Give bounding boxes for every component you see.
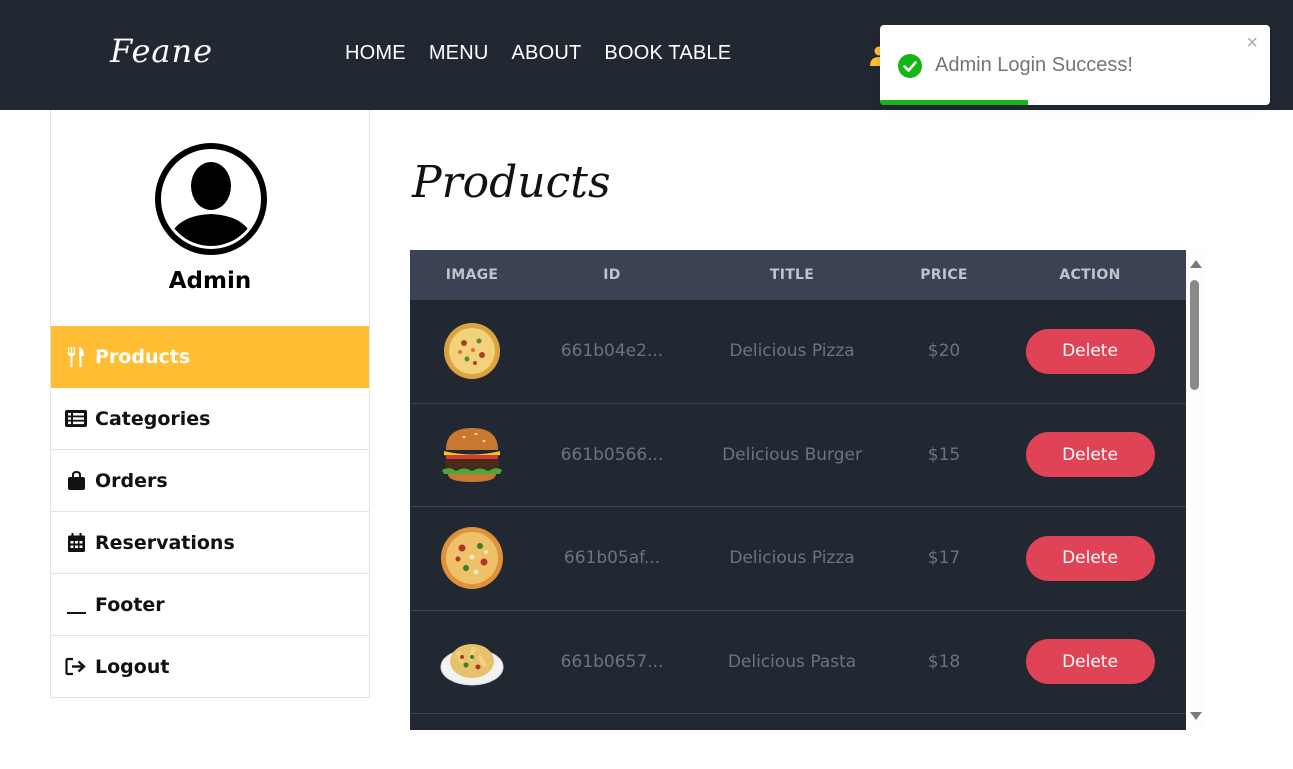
- column-header-title: TITLE: [769, 267, 815, 283]
- column-header-action: ACTION: [1059, 267, 1121, 283]
- sidebar-item-reservations[interactable]: Reservations: [51, 512, 369, 574]
- table-row: 661b05af... Delicious Pizza $17 Delete: [410, 507, 1186, 611]
- product-price: $15: [927, 444, 961, 465]
- table-row: 661b0657... Delicious Pasta $18 Delete: [410, 611, 1186, 714]
- table-header: IMAGE ID TITLE PRICE ACTION: [410, 250, 1186, 300]
- toast-message: Admin Login Success!: [935, 54, 1133, 76]
- sidebar-item-categories[interactable]: Categories: [51, 388, 369, 450]
- table-row: 661b0566... Delicious Burger $15 Delete: [410, 404, 1186, 507]
- page-title: Products: [412, 157, 611, 208]
- product-id: 661b05af...: [563, 548, 661, 569]
- nav-about-link[interactable]: ABOUT: [512, 42, 582, 65]
- product-title: Delicious Pasta: [727, 651, 857, 672]
- products-table: IMAGE ID TITLE PRICE ACTION 661b04e2... …: [410, 250, 1186, 730]
- burger-image: [410, 424, 534, 486]
- calendar-icon: [65, 533, 87, 553]
- product-title: Delicious Pizza: [729, 548, 855, 569]
- product-price: $20: [927, 341, 961, 362]
- list-icon: [65, 409, 87, 429]
- column-header-price: PRICE: [920, 267, 968, 283]
- column-header-id: ID: [603, 267, 621, 283]
- admin-sidebar: Admin Products Categories Orders Reserva…: [50, 110, 370, 698]
- check-circle-icon: [898, 54, 922, 78]
- admin-name: Admin: [168, 268, 252, 294]
- product-title: Delicious Pizza: [729, 341, 855, 362]
- product-price: $17: [927, 548, 961, 569]
- product-id: 661b04e2...: [560, 341, 664, 362]
- product-id: 661b0657...: [560, 651, 664, 672]
- avatar-icon: [155, 143, 267, 255]
- sidebar-item-logout[interactable]: Logout: [51, 636, 369, 698]
- sidebar-item-products[interactable]: Products: [51, 326, 369, 388]
- page: Feane HOME MENU ABOUT BOOK TABLE Admin L…: [0, 0, 1293, 769]
- sidebar-item-label: Products: [95, 345, 191, 368]
- table-scrollbar[interactable]: [1186, 250, 1204, 730]
- utensils-icon: [65, 346, 87, 367]
- pasta-image: [410, 637, 534, 687]
- nav-menu-link[interactable]: MENU: [429, 42, 489, 65]
- pizza-image: [410, 526, 534, 590]
- column-header-image: IMAGE: [445, 267, 499, 283]
- toast-progress-bar: [880, 100, 1028, 105]
- sign-out-icon: [65, 657, 87, 677]
- brand-logo[interactable]: Feane: [110, 32, 213, 70]
- table-row: 661b04e2... Delicious Pizza $20 Delete: [410, 300, 1186, 404]
- sidebar-item-label: Footer: [95, 593, 165, 616]
- underscore-icon: [65, 595, 87, 615]
- scrollbar-thumb[interactable]: [1190, 280, 1199, 390]
- product-title: Delicious Burger: [722, 444, 862, 465]
- sidebar-item-orders[interactable]: Orders: [51, 450, 369, 512]
- shopping-bag-icon: [65, 471, 87, 491]
- sidebar-item-label: Categories: [95, 407, 211, 430]
- delete-button[interactable]: Delete: [1025, 432, 1155, 478]
- delete-button[interactable]: Delete: [1025, 535, 1155, 581]
- sidebar-item-label: Reservations: [95, 531, 235, 554]
- pizza-image: [410, 321, 534, 381]
- nav-book-table-link[interactable]: BOOK TABLE: [604, 42, 731, 65]
- nav-home-link[interactable]: HOME: [345, 42, 406, 65]
- toast-close-button[interactable]: ×: [1246, 33, 1258, 53]
- main-nav: HOME MENU ABOUT BOOK TABLE: [345, 42, 731, 65]
- sidebar-item-label: Orders: [95, 469, 168, 492]
- delete-button[interactable]: Delete: [1025, 639, 1155, 685]
- login-success-toast: Admin Login Success! ×: [880, 25, 1270, 105]
- sidebar-menu: Products Categories Orders Reservations …: [51, 326, 369, 698]
- sidebar-item-footer[interactable]: Footer: [51, 574, 369, 636]
- delete-button[interactable]: Delete: [1025, 328, 1155, 374]
- product-price: $18: [927, 651, 961, 672]
- product-id: 661b0566...: [560, 444, 664, 465]
- scroll-up-arrow-icon[interactable]: [1190, 260, 1202, 268]
- scroll-down-arrow-icon[interactable]: [1190, 712, 1202, 720]
- sidebar-item-label: Logout: [95, 655, 170, 678]
